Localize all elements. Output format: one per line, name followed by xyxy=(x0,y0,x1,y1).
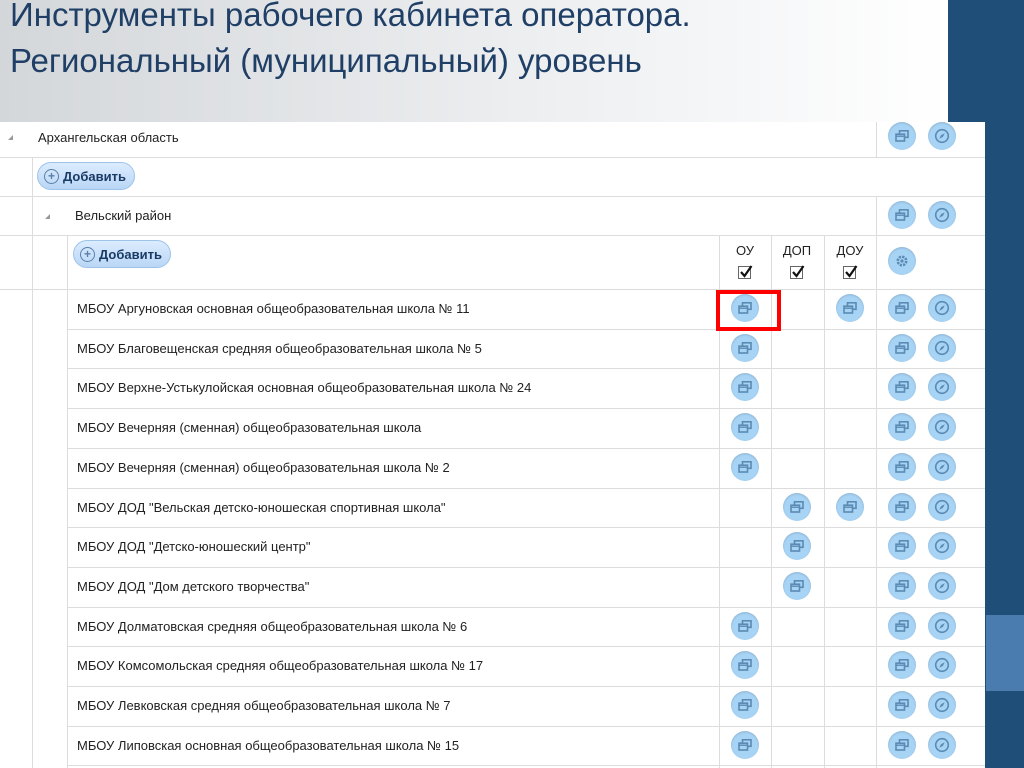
page-title-line1: Инструменты рабочего кабинета оператора. xyxy=(10,0,691,33)
grid-line xyxy=(0,196,985,197)
compass-icon[interactable] xyxy=(928,731,956,759)
compass-icon[interactable] xyxy=(928,334,956,362)
table-row: МБОУ ДОД "Дом детского творчества" xyxy=(68,567,985,607)
windows-icon[interactable] xyxy=(731,691,759,719)
compass-icon[interactable] xyxy=(928,532,956,560)
windows-icon[interactable] xyxy=(731,334,759,362)
compass-icon[interactable] xyxy=(928,572,956,600)
table-row: МБОУ Вечерняя (сменная) общеобразователь… xyxy=(68,408,985,448)
checkbox-ou[interactable] xyxy=(738,265,753,279)
compass-icon[interactable] xyxy=(928,373,956,401)
compass-icon[interactable] xyxy=(928,453,956,481)
school-name: МБОУ Вечерняя (сменная) общеобразователь… xyxy=(77,460,450,475)
table-row: МБОУ Верхне-Устькулойская основная общео… xyxy=(68,368,985,408)
add-button-label: Добавить xyxy=(99,246,162,262)
school-name: МБОУ Благовещенская средняя общеобразова… xyxy=(77,341,482,356)
school-name: МБОУ Аргуновская основная общеобразовате… xyxy=(77,301,470,316)
gear-icon[interactable] xyxy=(888,247,916,275)
compass-icon[interactable] xyxy=(928,493,956,521)
school-name: МБОУ Долматовская средняя общеобразовате… xyxy=(77,619,468,634)
windows-icon[interactable] xyxy=(731,612,759,640)
windows-icon[interactable] xyxy=(888,612,916,640)
windows-icon[interactable] xyxy=(888,201,916,229)
table-row: МБОУ Благовещенская средняя общеобразова… xyxy=(68,329,985,369)
column-header-ou: ОУ xyxy=(735,243,755,258)
grid-line xyxy=(68,765,985,766)
grid-line xyxy=(876,122,877,157)
side-band-accent xyxy=(986,615,1024,691)
school-name: МБОУ Вечерняя (сменная) общеобразователь… xyxy=(77,420,422,435)
school-name: МБОУ ДОД "Дом детского творчества" xyxy=(77,579,310,594)
region-name: Архангельская область xyxy=(38,130,179,145)
windows-icon[interactable] xyxy=(888,413,916,441)
grid-line xyxy=(876,196,877,235)
add-school-button[interactable]: + Добавить xyxy=(73,240,171,268)
windows-icon[interactable] xyxy=(888,651,916,679)
column-header-dop: ДОП xyxy=(782,243,812,258)
windows-icon[interactable] xyxy=(836,294,864,322)
windows-icon[interactable] xyxy=(888,373,916,401)
compass-icon[interactable] xyxy=(928,201,956,229)
table-row: МБОУ Комсомольская средняя общеобразоват… xyxy=(68,646,985,686)
school-name: МБОУ ДОД "Детско-юношеский центр" xyxy=(77,539,311,554)
tree-grid: Архангельская область + Добавить Вельски… xyxy=(0,122,985,768)
add-district-button[interactable]: + Добавить xyxy=(37,162,135,190)
windows-icon[interactable] xyxy=(888,493,916,521)
windows-icon[interactable] xyxy=(888,122,916,150)
windows-icon[interactable] xyxy=(888,294,916,322)
school-name: МБОУ ДОД "Вельская детско-юношеская спор… xyxy=(77,500,446,515)
windows-icon[interactable] xyxy=(888,731,916,759)
windows-icon[interactable] xyxy=(836,493,864,521)
windows-icon[interactable] xyxy=(888,691,916,719)
windows-icon[interactable] xyxy=(731,651,759,679)
table-row: МБОУ Липовская основная общеобразователь… xyxy=(68,726,985,766)
compass-icon[interactable] xyxy=(928,413,956,441)
checkbox-dop[interactable] xyxy=(790,265,805,279)
plus-icon: + xyxy=(44,168,59,184)
compass-icon[interactable] xyxy=(928,122,956,150)
windows-icon[interactable] xyxy=(888,334,916,362)
windows-icon[interactable] xyxy=(783,493,811,521)
table-row: МБОУ Вечерняя (сменная) общеобразователь… xyxy=(68,448,985,488)
windows-icon[interactable] xyxy=(888,532,916,560)
selection-highlight xyxy=(716,290,781,331)
windows-icon[interactable] xyxy=(731,413,759,441)
table-row: МБОУ Левковская средняя общеобразователь… xyxy=(68,686,985,726)
windows-icon[interactable] xyxy=(783,572,811,600)
collapse-arrow-icon[interactable] xyxy=(45,214,50,219)
school-name: МБОУ Верхне-Устькулойская основная общео… xyxy=(77,380,532,395)
checkbox-dou[interactable] xyxy=(843,265,858,279)
windows-icon[interactable] xyxy=(731,731,759,759)
school-name: МБОУ Комсомольская средняя общеобразоват… xyxy=(77,658,484,673)
windows-icon[interactable] xyxy=(731,453,759,481)
grid-line xyxy=(0,157,985,158)
school-name: МБОУ Липовская основная общеобразователь… xyxy=(77,738,460,753)
windows-icon[interactable] xyxy=(888,453,916,481)
add-button-label: Добавить xyxy=(63,168,126,184)
school-name: МБОУ Левковская средняя общеобразователь… xyxy=(77,698,451,713)
compass-icon[interactable] xyxy=(928,294,956,322)
plus-icon: + xyxy=(80,246,95,262)
windows-icon[interactable] xyxy=(888,572,916,600)
compass-icon[interactable] xyxy=(928,651,956,679)
column-header-dou: ДОУ xyxy=(836,243,864,258)
table-row: МБОУ ДОД "Детско-юношеский центр" xyxy=(68,527,985,567)
compass-icon[interactable] xyxy=(928,612,956,640)
compass-icon[interactable] xyxy=(928,691,956,719)
district-name: Вельский район xyxy=(75,208,172,223)
page-title: Инструменты рабочего кабинета оператора.… xyxy=(10,0,691,84)
collapse-arrow-icon[interactable] xyxy=(8,135,13,140)
grid-line xyxy=(32,157,33,768)
table-row: МБОУ Долматовская средняя общеобразовате… xyxy=(68,607,985,647)
windows-icon[interactable] xyxy=(783,532,811,560)
windows-icon[interactable] xyxy=(731,373,759,401)
grid-line xyxy=(0,235,985,236)
page-title-line2: Региональный (муниципальный) уровень xyxy=(10,42,642,79)
